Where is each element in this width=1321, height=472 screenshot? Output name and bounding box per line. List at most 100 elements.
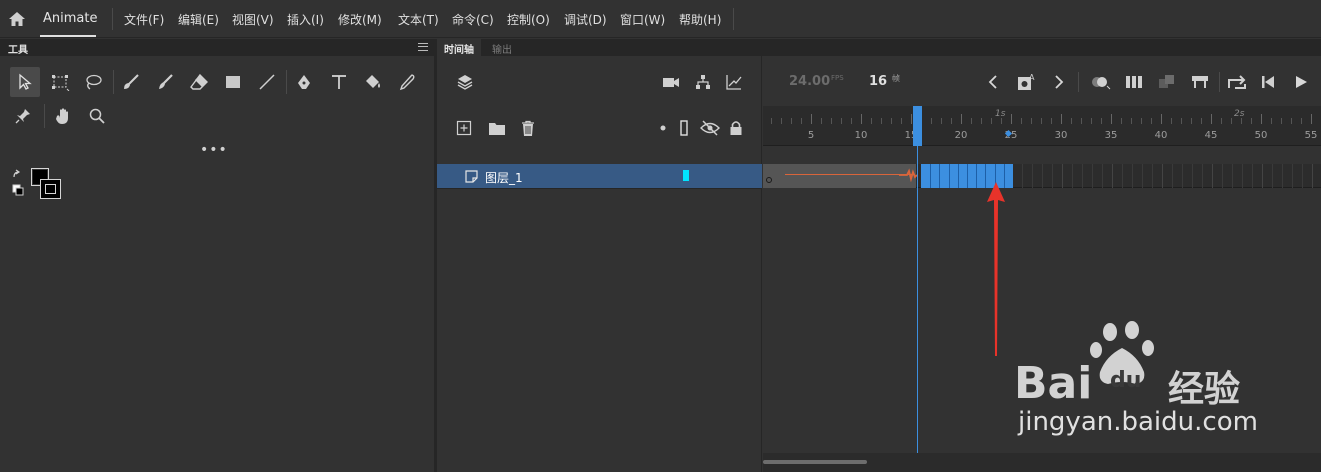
- ruler-tick: [1081, 118, 1082, 124]
- fps-value[interactable]: 24.00: [789, 74, 830, 89]
- rectangle-tool-icon[interactable]: [218, 67, 248, 97]
- layer-row[interactable]: 图层_1: [437, 164, 762, 188]
- menu-debug[interactable]: 调试(D): [564, 11, 607, 28]
- previous-keyframe-icon[interactable]: [985, 72, 1001, 92]
- fps-unit: FPS: [831, 74, 844, 82]
- camera-icon[interactable]: [661, 72, 681, 92]
- frame-cell-divider: [1052, 164, 1053, 188]
- ruler-tick: [1271, 118, 1272, 124]
- onion-skin-icon[interactable]: [1088, 71, 1112, 93]
- free-transform-tool-icon[interactable]: [45, 67, 75, 97]
- keyframe-marker[interactable]: [766, 177, 772, 183]
- new-folder-icon[interactable]: [486, 118, 508, 138]
- ruler-tick: [1181, 118, 1182, 124]
- loop-playback-icon[interactable]: [1225, 71, 1249, 93]
- ruler-tick: [901, 118, 902, 124]
- paste-frames-icon[interactable]: [1155, 71, 1179, 93]
- frame-cell-divider: [1142, 164, 1143, 188]
- ruler-tick: [951, 118, 952, 124]
- new-layer-icon[interactable]: [454, 118, 474, 138]
- tween-span[interactable]: [763, 164, 917, 188]
- menu-insert[interactable]: 插入(I): [287, 11, 324, 28]
- frame-cell-divider: [976, 164, 978, 188]
- current-frame-value[interactable]: 16: [869, 74, 887, 89]
- ruler-tick: [1281, 118, 1282, 124]
- frame-cell-divider: [1222, 164, 1223, 188]
- frame-cell-divider: [1192, 164, 1193, 188]
- outline-toggle-icon[interactable]: [675, 118, 693, 138]
- delete-layer-icon[interactable]: [518, 118, 538, 138]
- center-frame-icon[interactable]: [1188, 71, 1212, 93]
- lock-toggle-icon[interactable]: [727, 118, 745, 138]
- frame-cell-divider: [957, 164, 959, 188]
- more-tools-button[interactable]: •••: [200, 142, 228, 158]
- menu-edit[interactable]: 编辑(E): [178, 11, 219, 28]
- ruler-tick: [1201, 118, 1202, 124]
- layer-name[interactable]: 图层_1: [485, 169, 523, 186]
- ruler-tick: [1241, 118, 1242, 124]
- graph-editor-icon[interactable]: [724, 72, 744, 92]
- ruler-tick: [1211, 114, 1212, 124]
- pen-tool-icon[interactable]: [289, 67, 319, 97]
- menu-window[interactable]: 窗口(W): [620, 11, 665, 28]
- toolbar-separator: [1078, 72, 1079, 92]
- layers-icon[interactable]: [455, 72, 475, 92]
- paint-bucket-icon[interactable]: [358, 67, 388, 97]
- visibility-toggle-icon[interactable]: [699, 118, 721, 138]
- menu-commands[interactable]: 命令(C): [452, 11, 494, 28]
- ruler-tick: [851, 118, 852, 124]
- ruler-tick: [931, 118, 932, 124]
- paint-brush-icon[interactable]: [116, 67, 146, 97]
- next-keyframe-icon[interactable]: [1051, 72, 1067, 92]
- menu-help[interactable]: 帮助(H): [679, 11, 721, 28]
- lasso-tool-icon[interactable]: [78, 67, 108, 97]
- watermark-brand-cn: 经验: [1168, 369, 1241, 410]
- frame-cell-divider: [1252, 164, 1253, 188]
- eyedropper-icon[interactable]: [392, 67, 422, 97]
- eraser-tool-icon[interactable]: [184, 67, 214, 97]
- menu-view[interactable]: 视图(V): [232, 11, 274, 28]
- highlight-layers-icon[interactable]: [655, 118, 671, 138]
- layer-color-indicator[interactable]: [683, 170, 689, 181]
- tab-output[interactable]: 输出: [485, 39, 519, 56]
- selection-tool-icon[interactable]: [10, 67, 40, 97]
- menu-modify[interactable]: 修改(M): [338, 11, 382, 28]
- text-tool-icon[interactable]: [324, 67, 354, 97]
- tools-tab[interactable]: 工具: [8, 41, 28, 56]
- scrollbar-thumb[interactable]: [763, 460, 867, 464]
- insert-keyframe-icon[interactable]: A: [1015, 71, 1037, 93]
- layer-divider: [437, 188, 762, 189]
- fill-color-swatch[interactable]: [40, 179, 61, 199]
- ruler-tick: [1291, 118, 1292, 124]
- pin-tool-icon[interactable]: [8, 101, 38, 131]
- horizontal-scrollbar[interactable]: [763, 453, 1321, 472]
- ruler-tick-label: 35: [1104, 130, 1118, 141]
- frame-cell-divider: [1312, 164, 1313, 188]
- frame-row[interactable]: [763, 164, 1321, 188]
- menu-text[interactable]: 文本(T): [398, 11, 439, 28]
- step-back-icon[interactable]: [1257, 71, 1279, 93]
- zoom-tool-icon[interactable]: [82, 101, 112, 131]
- playhead-handle[interactable]: [913, 106, 922, 146]
- layer-parenting-icon[interactable]: [693, 72, 713, 92]
- workspace-tab-animate[interactable]: Animate: [43, 11, 97, 26]
- tab-timeline[interactable]: 时间轴: [437, 39, 481, 56]
- play-icon[interactable]: [1290, 71, 1312, 93]
- brush-tool-icon[interactable]: [150, 67, 180, 97]
- frame-ruler[interactable]: 1s 2s 5 10 15 20 25 30 35 40 45 50 55: [763, 106, 1321, 146]
- ruler-tick: [1021, 118, 1022, 124]
- ruler-tick: [1061, 114, 1062, 124]
- frame-cell-divider: [1262, 164, 1263, 188]
- panel-menu-icon[interactable]: [418, 43, 428, 51]
- ruler-tick: [961, 114, 962, 124]
- line-tool-icon[interactable]: [252, 67, 282, 97]
- hand-tool-icon[interactable]: [49, 101, 79, 131]
- frame-cell-divider: [1112, 164, 1113, 188]
- ruler-tick: [941, 118, 942, 124]
- menu-file[interactable]: 文件(F): [124, 11, 164, 28]
- home-icon[interactable]: [8, 10, 26, 28]
- edit-multiple-frames-icon[interactable]: [1122, 71, 1146, 93]
- ruler-tick: [881, 118, 882, 124]
- frame-cell-divider: [1072, 164, 1073, 188]
- menu-control[interactable]: 控制(O): [507, 11, 550, 28]
